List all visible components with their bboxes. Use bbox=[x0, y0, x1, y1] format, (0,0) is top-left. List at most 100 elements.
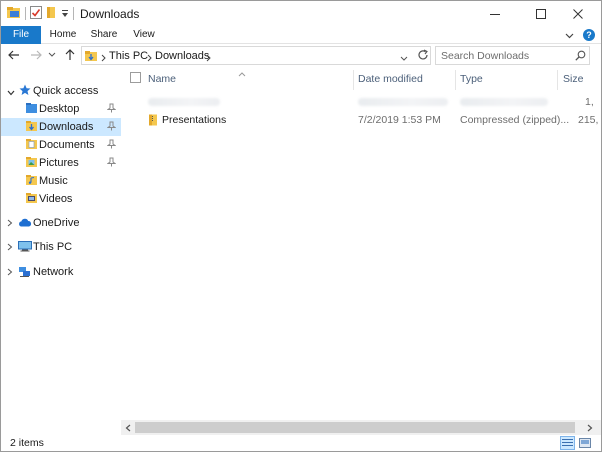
tab-home[interactable]: Home bbox=[45, 26, 81, 44]
tab-file[interactable]: File bbox=[1, 26, 41, 44]
new-folder-icon[interactable] bbox=[46, 6, 56, 22]
chevron-right-icon[interactable] bbox=[7, 218, 13, 230]
sidebar-item-label: OneDrive bbox=[33, 217, 80, 229]
sidebar-item-label: Music bbox=[39, 175, 68, 187]
column-divider[interactable] bbox=[353, 70, 354, 90]
up-button[interactable] bbox=[63, 48, 77, 62]
table-row[interactable]: 1, bbox=[121, 93, 601, 111]
search-input[interactable]: Search Downloads bbox=[435, 46, 590, 65]
ribbon-tabs: File Home Share View ? bbox=[1, 26, 601, 44]
breadcrumb-separator-icon[interactable] bbox=[101, 53, 106, 65]
breadcrumb-separator-icon[interactable] bbox=[147, 53, 152, 65]
sidebar-item-label: Pictures bbox=[39, 157, 79, 169]
sort-ascending-icon bbox=[238, 68, 246, 80]
tab-share[interactable]: Share bbox=[86, 26, 122, 44]
horizontal-scrollbar[interactable] bbox=[121, 420, 601, 435]
sidebar-item-downloads[interactable]: Downloads bbox=[1, 118, 121, 136]
breadcrumb-this-pc[interactable]: This PC bbox=[109, 50, 148, 62]
chevron-right-icon[interactable] bbox=[7, 267, 13, 279]
properties-icon[interactable] bbox=[30, 6, 42, 22]
downloads-folder-icon bbox=[85, 50, 98, 65]
forward-arrow-icon bbox=[31, 50, 42, 60]
column-header-date[interactable]: Date modified bbox=[358, 73, 423, 85]
sidebar-item-label: Network bbox=[33, 266, 74, 278]
search-placeholder: Search Downloads bbox=[441, 50, 530, 62]
downloads-folder-icon bbox=[26, 120, 37, 135]
search-icon[interactable] bbox=[575, 50, 586, 64]
sidebar-item-videos[interactable]: Videos bbox=[1, 190, 121, 208]
status-bar: 2 items bbox=[1, 435, 601, 451]
column-header-type[interactable]: Type bbox=[460, 73, 483, 85]
column-divider[interactable] bbox=[557, 70, 558, 90]
minimize-icon bbox=[490, 13, 500, 15]
pin-icon bbox=[106, 139, 117, 152]
title-bar: Downloads bbox=[1, 1, 601, 26]
scroll-right-icon[interactable] bbox=[587, 423, 593, 435]
zip-folder-icon bbox=[148, 114, 158, 129]
sidebar-item-documents[interactable]: Documents bbox=[1, 136, 121, 154]
breadcrumb-separator-icon[interactable] bbox=[206, 53, 211, 65]
redacted-file-name bbox=[148, 98, 220, 106]
sidebar-item-label: Downloads bbox=[39, 121, 94, 133]
large-icons-view-icon bbox=[578, 438, 591, 448]
desktop-folder-icon bbox=[26, 102, 37, 117]
scroll-left-icon[interactable] bbox=[125, 423, 131, 435]
up-arrow-icon bbox=[65, 49, 75, 60]
column-header-name[interactable]: Name bbox=[148, 73, 176, 85]
sidebar-item-label: Quick access bbox=[33, 85, 99, 97]
tab-view[interactable]: View bbox=[127, 26, 161, 44]
scroll-thumb[interactable] bbox=[135, 422, 575, 433]
help-icon[interactable]: ? bbox=[583, 29, 595, 41]
address-bar[interactable]: This PC Downloads bbox=[81, 46, 431, 65]
address-history-dropdown[interactable] bbox=[400, 53, 408, 65]
documents-folder-icon bbox=[26, 138, 37, 153]
onedrive-cloud-icon bbox=[18, 218, 32, 230]
chevron-down-icon bbox=[48, 52, 56, 57]
explorer-folder-icon[interactable] bbox=[7, 6, 21, 22]
sidebar-item-desktop[interactable]: Desktop bbox=[1, 100, 121, 118]
column-header-size[interactable]: Size bbox=[563, 73, 583, 85]
computer-icon bbox=[18, 241, 32, 255]
star-icon bbox=[19, 84, 31, 99]
sidebar-item-quick-access[interactable]: Quick access bbox=[1, 82, 121, 100]
sidebar-item-onedrive[interactable]: OneDrive bbox=[1, 214, 121, 232]
file-explorer-window: Downloads File Home Share View ? This PC… bbox=[0, 0, 602, 452]
network-icon bbox=[18, 266, 31, 281]
details-view-button[interactable] bbox=[560, 436, 575, 450]
sidebar-item-music[interactable]: Music bbox=[1, 172, 121, 190]
select-all-checkbox[interactable] bbox=[130, 72, 141, 83]
window-title: Downloads bbox=[80, 7, 140, 21]
maximize-button[interactable] bbox=[525, 1, 557, 26]
redacted-date bbox=[358, 98, 448, 106]
table-row[interactable]: Presentations 7/2/2019 1:53 PM Compresse… bbox=[121, 111, 601, 129]
recent-locations-button[interactable] bbox=[47, 48, 57, 62]
column-divider[interactable] bbox=[455, 70, 456, 90]
close-button[interactable] bbox=[562, 1, 594, 26]
chevron-down-icon[interactable] bbox=[7, 87, 15, 99]
large-icons-view-button[interactable] bbox=[577, 436, 592, 450]
forward-button[interactable] bbox=[29, 48, 43, 62]
music-folder-icon bbox=[26, 174, 37, 189]
file-size: 1, bbox=[585, 96, 594, 108]
pin-icon bbox=[106, 157, 117, 170]
refresh-icon[interactable] bbox=[417, 49, 429, 64]
details-view-icon bbox=[562, 439, 573, 446]
close-icon bbox=[573, 8, 583, 19]
file-list: Name Date modified Type Size 1, Presenta… bbox=[121, 68, 601, 420]
sidebar-item-this-pc[interactable]: This PC bbox=[1, 238, 121, 256]
back-button[interactable] bbox=[7, 48, 21, 62]
expand-ribbon-icon[interactable] bbox=[565, 30, 574, 42]
chevron-right-icon[interactable] bbox=[7, 242, 13, 254]
customize-toolbar-icon[interactable] bbox=[61, 9, 69, 21]
breadcrumb-downloads[interactable]: Downloads bbox=[155, 50, 209, 62]
sidebar-item-pictures[interactable]: Pictures bbox=[1, 154, 121, 172]
pictures-folder-icon bbox=[26, 156, 37, 171]
file-type: Compressed (zipped)... bbox=[460, 114, 570, 126]
sidebar-item-label: Documents bbox=[39, 139, 95, 151]
minimize-button[interactable] bbox=[479, 1, 511, 26]
sidebar-item-network[interactable]: Network bbox=[1, 263, 121, 281]
videos-folder-icon bbox=[26, 192, 37, 207]
file-name: Presentations bbox=[162, 114, 227, 126]
address-row: This PC Downloads Search Downloads bbox=[1, 44, 601, 68]
sidebar-item-label: Desktop bbox=[39, 103, 80, 115]
